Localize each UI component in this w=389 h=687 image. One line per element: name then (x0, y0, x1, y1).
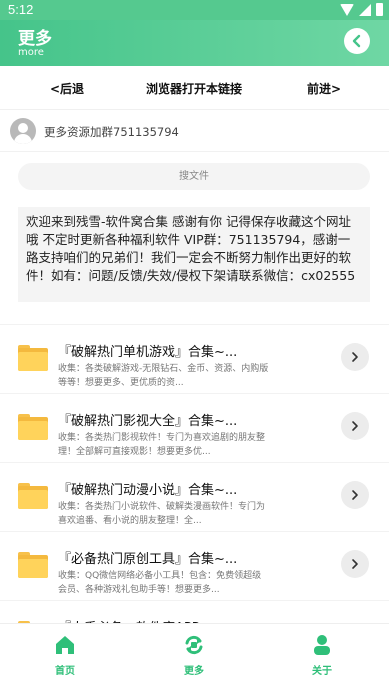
folder-icon (18, 345, 48, 371)
refresh-icon (185, 635, 203, 655)
item-desc: 收集：各类热门小说软件、破解类漫画软件！专门为喜欢追番、看小说的朋友整理！全..… (58, 502, 266, 526)
avatar-head (18, 123, 28, 133)
resource-list: 『破解热门单机游戏』合集~... 收集：各类破解游戏-无限钻石、金币、资源、内购… (0, 324, 389, 670)
folder-icon (18, 552, 48, 578)
item-open-button[interactable] (341, 343, 369, 371)
search-box[interactable] (18, 163, 370, 190)
tab-more[interactable]: 更多 (164, 634, 224, 677)
list-item[interactable]: 『必备热门原创工具』合集~... 收集：QQ微信网络必备小工具！包含：免费领超级… (0, 532, 389, 601)
user-icon (314, 635, 330, 655)
search-input[interactable] (18, 163, 370, 190)
signal-icon (359, 3, 371, 16)
open-in-browser-button[interactable]: 浏览器打开本链接 (146, 80, 242, 97)
nav-forward-button[interactable]: 前进> (307, 80, 341, 97)
page-subtitle: more (18, 47, 44, 58)
avatar-body (14, 134, 32, 144)
item-desc: 收集：各类热门影视软件！专门为喜欢追剧的朋友整理！全部解可直接观影！想要更多优.… (58, 433, 266, 457)
system-icons (340, 3, 383, 16)
tab-more-label: 更多 (184, 666, 204, 677)
group-text: 更多资源加群751135794 (44, 125, 179, 139)
chevron-right-icon (352, 490, 358, 500)
chevron-right-icon (352, 352, 358, 362)
chevron-right-icon (352, 421, 358, 431)
tab-home-label: 首页 (55, 666, 75, 677)
tab-about-label: 关于 (312, 666, 332, 677)
nav-back-button[interactable]: <后退 (50, 80, 84, 97)
item-open-button[interactable] (341, 481, 369, 509)
item-title: 『必备热门原创工具』合集~... (58, 552, 238, 567)
avatar (10, 118, 36, 144)
item-title: 『破解热门单机游戏』合集~... (58, 345, 238, 360)
back-button[interactable] (344, 28, 370, 54)
bottom-tab-bar: 首页 更多 关于 (0, 623, 389, 687)
group-banner[interactable]: 更多资源加群751135794 (0, 111, 389, 152)
chevron-left-icon (352, 34, 361, 48)
item-desc: 收集：各类破解游戏-无限钻石、金币、资源、内购版等等！想要更多、更优质的资... (58, 364, 269, 388)
chevron-right-icon (352, 559, 358, 569)
list-item[interactable]: 『破解热门影视大全』合集~... 收集：各类热门影视软件！专门为喜欢追剧的朋友整… (0, 394, 389, 463)
tab-home[interactable]: 首页 (35, 634, 95, 677)
status-time: 5:12 (8, 2, 34, 17)
folder-icon (18, 483, 48, 509)
wifi-icon (340, 3, 354, 16)
item-title: 『破解热门影视大全』合集~... (58, 414, 238, 429)
list-item[interactable]: 『破解热门动漫小说』合集~... 收集：各类热门小说软件、破解类漫画软件！专门为… (0, 463, 389, 532)
status-bar: 5:12 (0, 0, 389, 20)
item-open-button[interactable] (341, 550, 369, 578)
browser-nav-bar: <后退 浏览器打开本链接 前进> (0, 66, 389, 110)
tab-about[interactable]: 关于 (292, 634, 352, 677)
folder-icon (18, 414, 48, 440)
item-open-button[interactable] (341, 412, 369, 440)
list-item[interactable]: 『破解热门单机游戏』合集~... 收集：各类破解游戏-无限钻石、金币、资源、内购… (0, 325, 389, 394)
app-header: 更多 more (0, 20, 389, 66)
home-icon (56, 636, 74, 654)
page-title: 更多 (18, 29, 52, 49)
notice-box: 欢迎来到残雪-软件窝合集 感谢有你 记得保存收藏这个网址哦 不定时更新各种福利软… (18, 207, 370, 302)
item-desc: 收集：QQ微信网络必备小工具！包含：免费领超级会员、各种游戏礼包助手等！想要更多… (58, 571, 262, 595)
battery-icon (376, 3, 383, 16)
item-title: 『破解热门动漫小说』合集~... (58, 483, 238, 498)
